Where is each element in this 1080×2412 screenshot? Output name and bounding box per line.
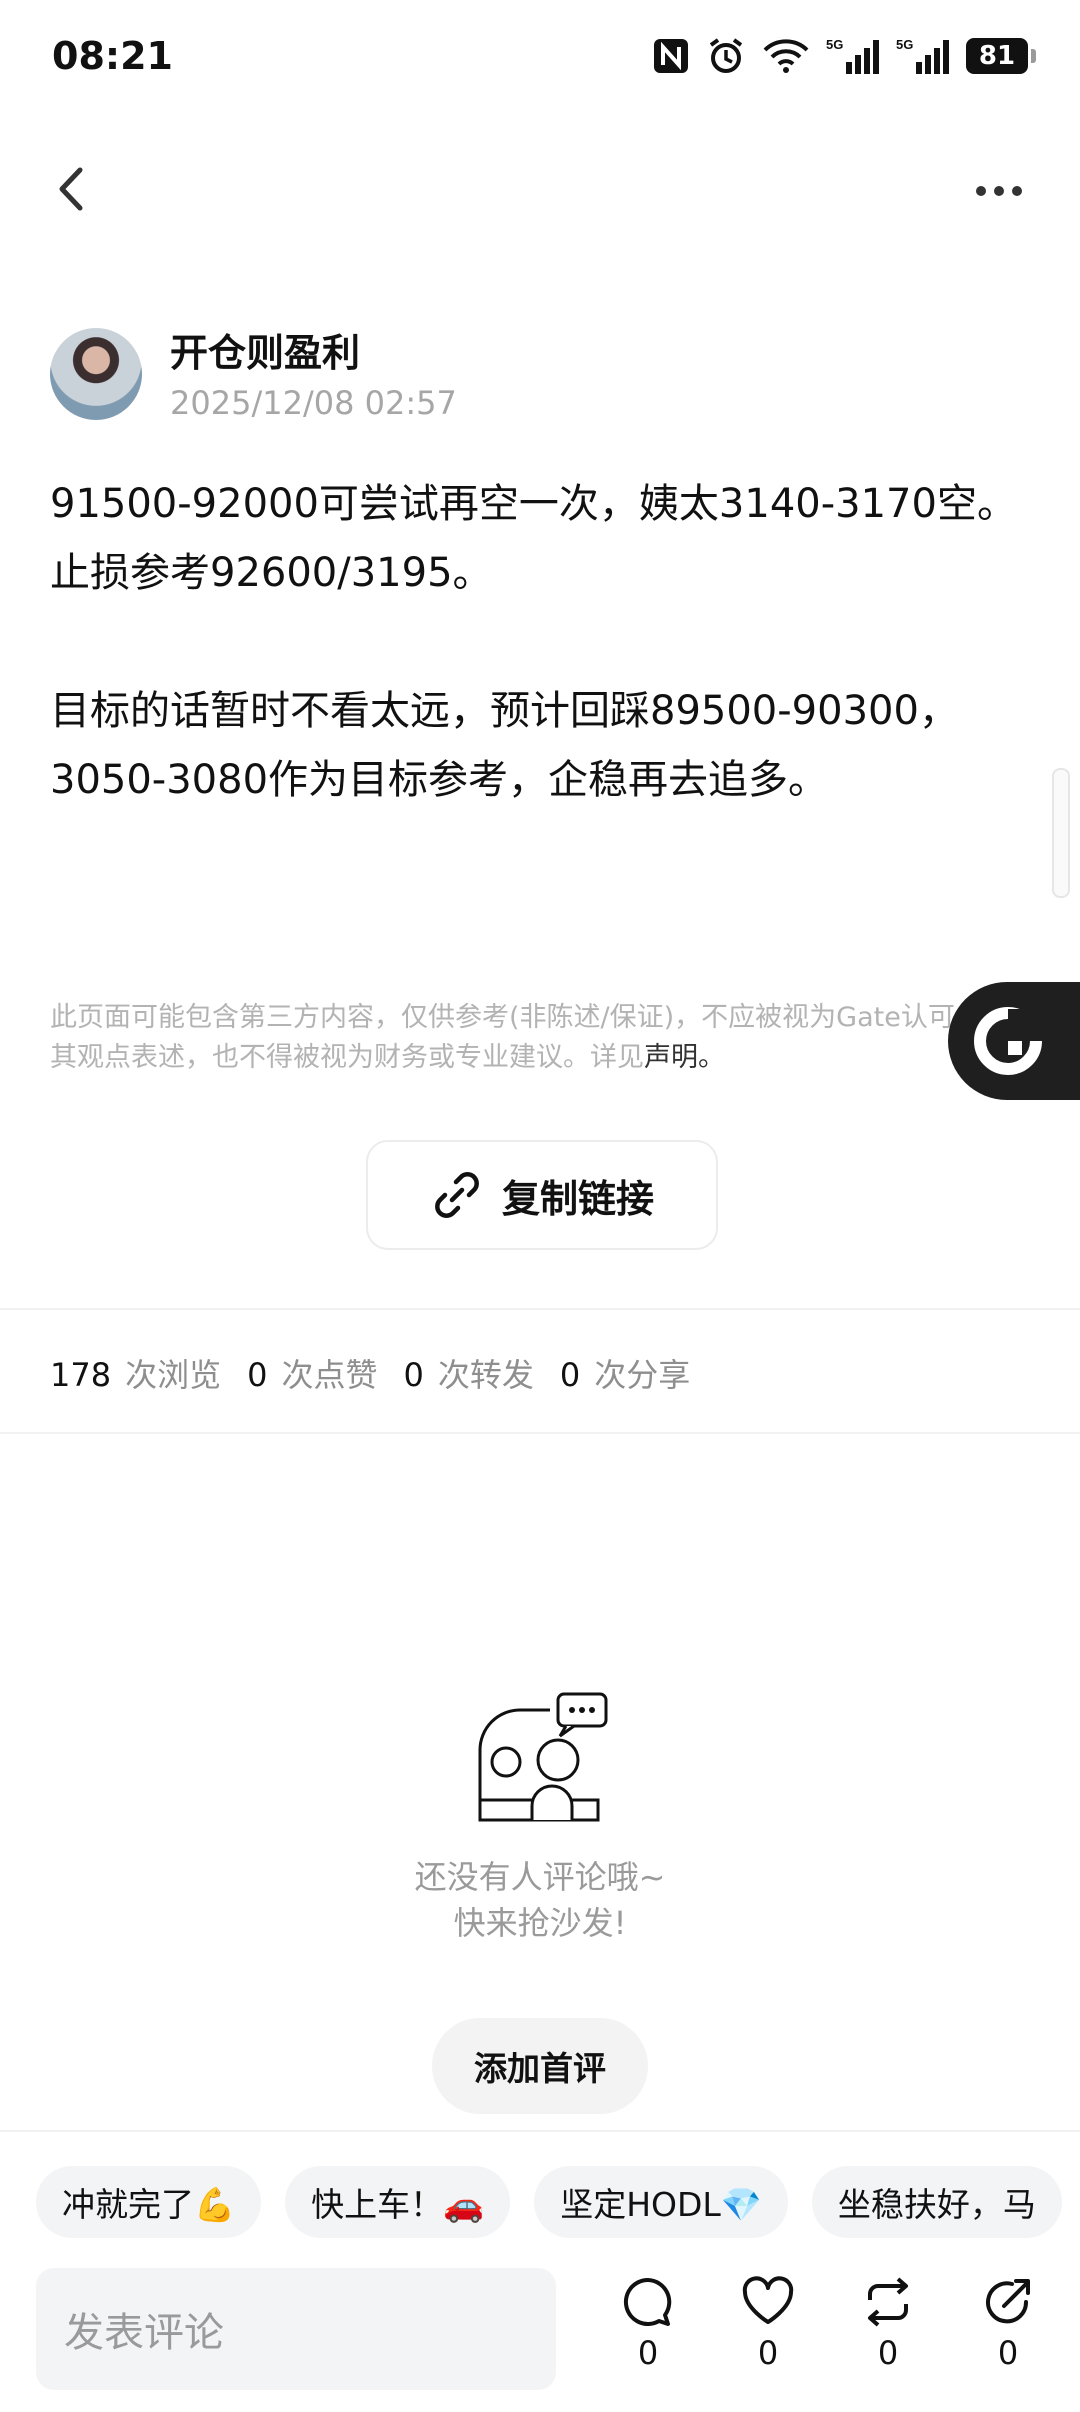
author-name[interactable]: 开仓则盈利: [170, 322, 360, 377]
post-paragraph: 91500-92000可尝试再空一次，姨太3140-3170空。: [50, 481, 1017, 527]
comment-action[interactable]: 0: [608, 2276, 688, 2372]
divider: [0, 2130, 1080, 2132]
shares-count: 0: [559, 1356, 581, 1394]
likes-label: 次点赞: [281, 1356, 378, 1394]
empty-comments-illustration: [478, 1692, 608, 1822]
like-count: 0: [757, 2334, 779, 2372]
copy-link-button[interactable]: 复制链接: [366, 1140, 718, 1250]
copy-link-label: 复制链接: [501, 1176, 654, 1221]
status-time: 08:21: [52, 34, 173, 78]
signal-5g-icon-2: 5G: [896, 37, 949, 74]
floating-gate-button[interactable]: [948, 982, 1080, 1100]
post-paragraph-blank: [50, 608, 1030, 677]
comment-count: 0: [637, 2334, 659, 2372]
comment-input[interactable]: 发表评论: [36, 2268, 556, 2390]
wifi-icon: [763, 39, 809, 73]
share-count: 0: [997, 2334, 1019, 2372]
likes-count: 0: [247, 1356, 268, 1394]
alarm-icon: [709, 38, 743, 73]
post-content: 91500-92000可尝试再空一次，姨太3140-3170空。 止损参考926…: [50, 470, 1030, 815]
share-action[interactable]: 0: [968, 2276, 1048, 2372]
empty-comments-line2: 快来抢沙发!: [453, 1904, 627, 1942]
disclaimer-link[interactable]: 声明。: [644, 1042, 725, 1073]
scroll-indicator[interactable]: [1052, 768, 1070, 898]
status-icons: 5G 5G 81: [652, 36, 1036, 76]
repost-action[interactable]: 0: [848, 2276, 928, 2372]
quick-reply-chip[interactable]: 快上车！🚗: [285, 2166, 511, 2238]
views-label: 次浏览: [125, 1356, 222, 1394]
reposts-label: 次转发: [437, 1356, 534, 1394]
repost-icon: [868, 2277, 908, 2327]
disclaimer: 此页面可能包含第三方内容，仅供参考(非陈述/保证)，不应被视为Gate认可其观点…: [50, 998, 970, 1078]
repost-count: 0: [877, 2334, 899, 2372]
views-count: 178: [50, 1356, 112, 1394]
more-options-icon[interactable]: [976, 186, 1022, 196]
post-timestamp: 2025/12/08 02:57: [170, 384, 457, 422]
heart-icon: [742, 2276, 794, 2324]
signal-5g-icon: 5G: [826, 37, 879, 74]
disclaimer-text: 此页面可能包含第三方内容，仅供参考(非陈述/保证)，不应被视为Gate认可其观点…: [50, 1002, 955, 1073]
link-icon: [435, 1172, 479, 1218]
add-first-comment-button[interactable]: 添加首评: [432, 2018, 648, 2114]
nfc-icon: [654, 39, 688, 73]
reposts-count: 0: [403, 1356, 424, 1394]
quick-reply-chip[interactable]: 冲就完了💪: [36, 2166, 262, 2238]
quick-reply-chip[interactable]: 坐稳扶好，马: [811, 2166, 1062, 2238]
svg-text:5G: 5G: [896, 37, 913, 52]
share-icon: [986, 2279, 1030, 2324]
divider: [0, 1432, 1080, 1434]
quick-reply-chips: 冲就完了💪 快上车！🚗 坚定HODL💎 坐稳扶好，马: [36, 2166, 1062, 2238]
battery-indicator: 81: [966, 38, 1036, 74]
avatar[interactable]: [50, 328, 142, 420]
gate-logo-icon: [974, 1007, 1042, 1075]
quick-reply-chip[interactable]: 坚定HODL💎: [534, 2166, 788, 2238]
post-stats: 178 次浏览 0 次点赞 0 次转发 0 次分享: [50, 1350, 716, 1396]
empty-comments-line1: 还没有人评论哦~: [414, 1858, 666, 1896]
divider: [0, 1308, 1080, 1310]
svg-text:5G: 5G: [826, 37, 843, 52]
post-paragraph: 止损参考92600/3195。: [50, 550, 493, 596]
post-paragraph: 目标的话暂时不看太远，预计回踩89500-90300，3050-3080作为目标…: [50, 688, 959, 803]
like-action[interactable]: 0: [728, 2276, 808, 2372]
comment-icon: [623, 2277, 672, 2326]
back-arrow-icon[interactable]: [52, 164, 92, 214]
shares-label: 次分享: [594, 1356, 691, 1394]
